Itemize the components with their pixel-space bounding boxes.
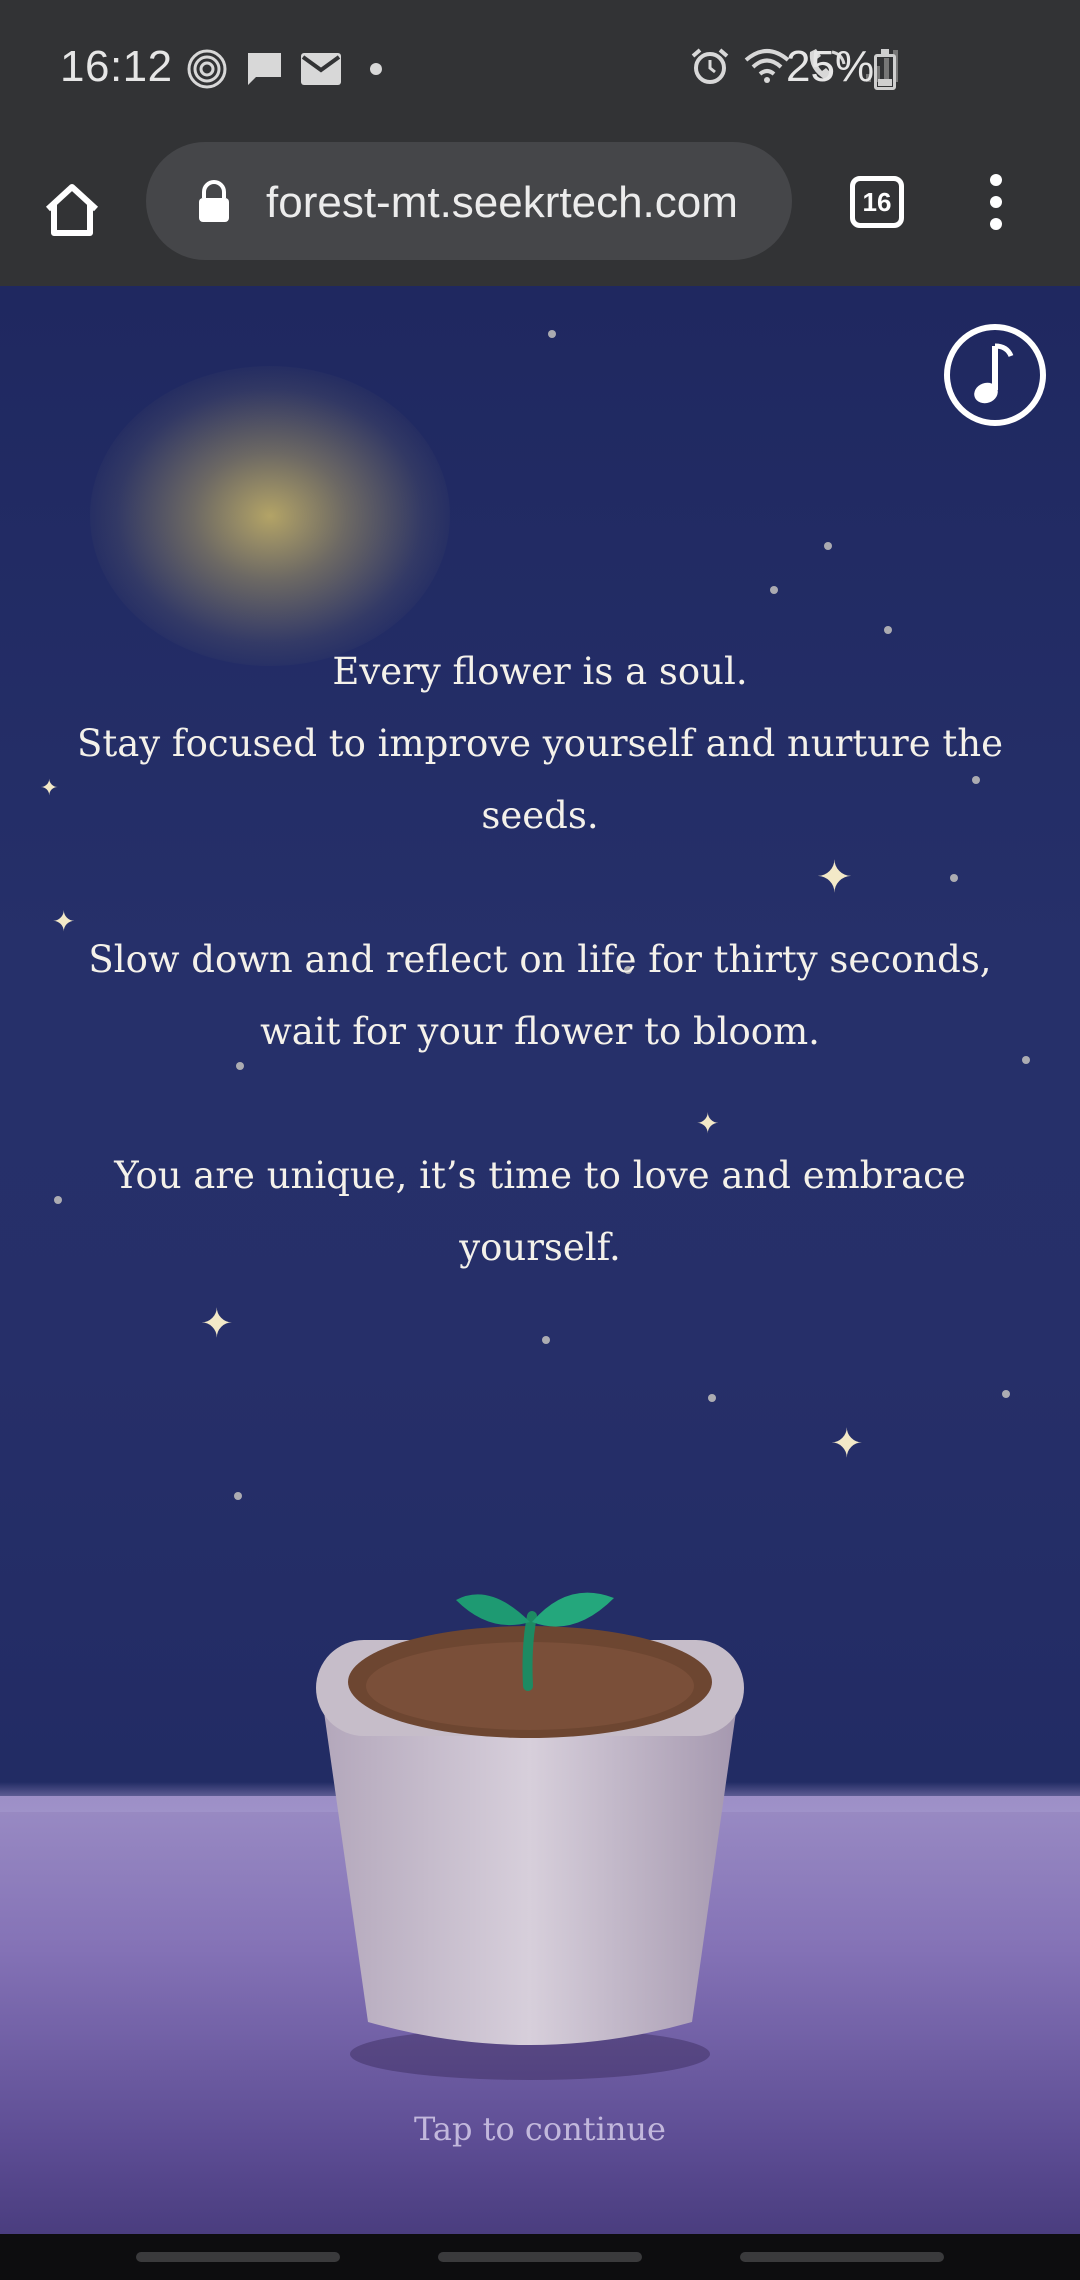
url-text[interactable]: forest-mt.seekrtech.com bbox=[266, 178, 776, 228]
fingerprint-icon bbox=[187, 49, 227, 89]
notification-icons bbox=[186, 48, 388, 90]
home-icon bbox=[45, 184, 99, 236]
battery-level bbox=[878, 78, 892, 86]
paragraph-1: Every flower is a soul. Stay focused to … bbox=[60, 636, 1020, 852]
mail-icon bbox=[301, 53, 341, 85]
menu-dot-icon bbox=[990, 218, 1002, 230]
star-dot bbox=[770, 586, 778, 594]
nav-back-handle[interactable] bbox=[136, 2252, 340, 2262]
status-time: 16:12 bbox=[60, 42, 173, 91]
star-dot bbox=[1002, 1390, 1010, 1398]
star-icon: ✦ bbox=[40, 776, 59, 801]
star-dot bbox=[1022, 1056, 1030, 1064]
menu-dot-icon bbox=[990, 174, 1002, 186]
star-dot bbox=[548, 330, 556, 338]
alarm-icon bbox=[691, 48, 729, 84]
system-nav-bar bbox=[0, 2234, 1080, 2280]
star-dot bbox=[542, 1336, 550, 1344]
star-dot bbox=[824, 542, 832, 550]
menu-dot-icon bbox=[990, 196, 1002, 208]
lock-icon bbox=[199, 180, 229, 222]
music-note-icon bbox=[974, 343, 1014, 404]
browser-toolbar: forest-mt.seekrtech.com 16 bbox=[0, 142, 1080, 286]
dot-icon bbox=[370, 63, 382, 75]
nav-home-handle[interactable] bbox=[438, 2252, 642, 2262]
music-toggle-button[interactable] bbox=[944, 324, 1046, 426]
wifi-icon bbox=[744, 49, 790, 83]
nav-recents-handle[interactable] bbox=[740, 2252, 944, 2262]
overflow-menu-button[interactable] bbox=[976, 174, 1016, 230]
paragraph-2: Slow down and reflect on life for thirty… bbox=[88, 938, 992, 1053]
star-icon: ✦ bbox=[830, 1421, 864, 1467]
star-dot bbox=[884, 626, 892, 634]
night-scene[interactable]: ✦ ✦ ✦ ✦ ✦ ✦ Every flower is a soul. Stay… bbox=[0, 286, 1080, 2234]
star-dot bbox=[708, 1394, 716, 1402]
home-button[interactable] bbox=[34, 172, 110, 248]
star-icon: ✦ bbox=[200, 1301, 234, 1347]
battery-icon bbox=[874, 49, 896, 90]
intro-message: Every flower is a soul. Stay focused to … bbox=[60, 636, 1020, 1284]
message-line: Stay focused to improve yourself and nur… bbox=[76, 722, 1003, 837]
status-bar: 16:12 25% bbox=[0, 0, 1080, 142]
moon-icon bbox=[196, 458, 324, 582]
battery-percent: 25% bbox=[786, 42, 875, 91]
tab-switcher-button[interactable]: 16 bbox=[850, 176, 904, 228]
paragraph-3: You are unique, it’s time to love and em… bbox=[114, 1154, 966, 1269]
tap-to-continue-prompt[interactable]: Tap to continue bbox=[0, 2110, 1080, 2148]
star-dot bbox=[234, 1492, 242, 1500]
chat-icon bbox=[247, 53, 281, 85]
flower-pot-illustration bbox=[316, 1592, 744, 2080]
message-line: Every flower is a soul. bbox=[332, 650, 748, 693]
address-bar[interactable]: forest-mt.seekrtech.com bbox=[146, 142, 792, 260]
